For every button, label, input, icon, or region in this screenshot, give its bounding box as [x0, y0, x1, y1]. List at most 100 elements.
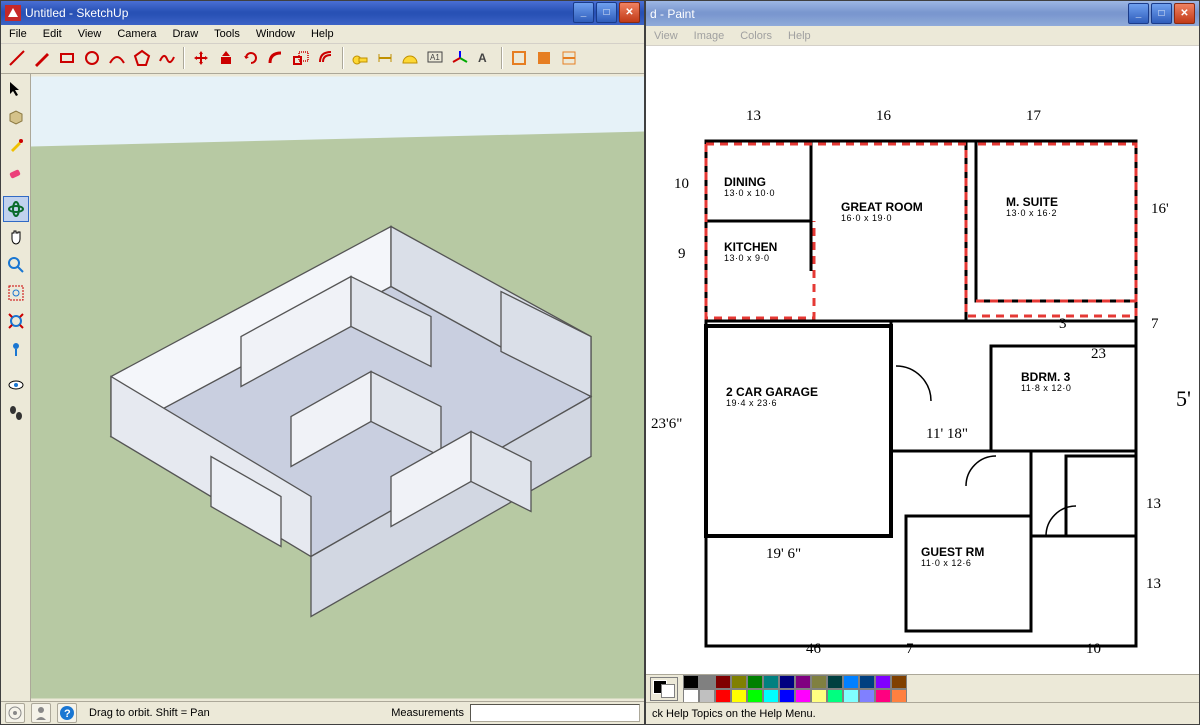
- palette-swatch[interactable]: [699, 675, 715, 689]
- paint-window: d - Paint _ □ ✕ View Image Colors Help: [645, 0, 1200, 725]
- look-around-icon[interactable]: [3, 372, 29, 398]
- protractor-tool-icon[interactable]: [398, 46, 422, 70]
- close-button[interactable]: ✕: [619, 2, 640, 23]
- section-cut-icon[interactable]: [557, 46, 581, 70]
- rotate-tool-icon[interactable]: [239, 46, 263, 70]
- palette-swatch[interactable]: [795, 675, 811, 689]
- palette-swatch[interactable]: [891, 675, 907, 689]
- palette-swatch[interactable]: [683, 675, 699, 689]
- palette-swatch[interactable]: [811, 675, 827, 689]
- arc-tool-icon[interactable]: [105, 46, 129, 70]
- select-tool-icon[interactable]: [3, 76, 29, 102]
- dim-a4: 10: [674, 176, 689, 193]
- followme-tool-icon[interactable]: [264, 46, 288, 70]
- geo-location-icon[interactable]: [5, 703, 25, 723]
- paint-canvas[interactable]: DINING 13·0 x 10·0 KITCHEN 13·0 x 9·0 GR…: [646, 46, 1199, 674]
- dim-a2: 16: [876, 108, 891, 125]
- move-tool-icon[interactable]: [189, 46, 213, 70]
- measurements-input[interactable]: [470, 704, 640, 722]
- minimize-button[interactable]: _: [573, 2, 594, 23]
- palette-swatch[interactable]: [779, 689, 795, 703]
- palette-swatch[interactable]: [843, 689, 859, 703]
- dimension-tool-icon[interactable]: [373, 46, 397, 70]
- menu-help[interactable]: Help: [303, 26, 342, 42]
- section-display-icon[interactable]: [532, 46, 556, 70]
- help-icon[interactable]: ?: [57, 703, 77, 723]
- menu-tools[interactable]: Tools: [206, 26, 248, 42]
- tape-tool-icon[interactable]: [348, 46, 372, 70]
- text-tool-icon[interactable]: A1: [423, 46, 447, 70]
- polygon-tool-icon[interactable]: [130, 46, 154, 70]
- menu-draw[interactable]: Draw: [164, 26, 206, 42]
- paint-menu-colors[interactable]: Colors: [732, 28, 780, 44]
- paint-menu-help[interactable]: Help: [780, 28, 819, 44]
- measurements-label: Measurements: [391, 707, 464, 719]
- palette-swatch[interactable]: [827, 675, 843, 689]
- walk-tool-icon[interactable]: [3, 400, 29, 426]
- offset-tool-icon[interactable]: [314, 46, 338, 70]
- dim-a12: 13: [1146, 496, 1161, 513]
- menu-camera[interactable]: Camera: [109, 26, 164, 42]
- zoom-tool-icon[interactable]: [3, 252, 29, 278]
- menu-view[interactable]: View: [70, 26, 110, 42]
- section-tool-icon[interactable]: [507, 46, 531, 70]
- component-tool-icon[interactable]: [3, 104, 29, 130]
- palette-swatch[interactable]: [843, 675, 859, 689]
- palette-swatch[interactable]: [779, 675, 795, 689]
- palette-swatch[interactable]: [859, 689, 875, 703]
- paint-fg-bg-swatch[interactable]: [650, 677, 678, 701]
- paint-menu-image[interactable]: Image: [686, 28, 733, 44]
- palette-swatch[interactable]: [763, 675, 779, 689]
- line-tool-icon[interactable]: [5, 46, 29, 70]
- palette-swatch[interactable]: [731, 675, 747, 689]
- palette-swatch[interactable]: [731, 689, 747, 703]
- eraser-tool-icon[interactable]: [3, 160, 29, 186]
- zoom-window-icon[interactable]: [3, 280, 29, 306]
- sketchup-viewport[interactable]: [31, 74, 644, 701]
- paint-menu-view[interactable]: View: [646, 28, 686, 44]
- menu-edit[interactable]: Edit: [35, 26, 70, 42]
- menu-window[interactable]: Window: [248, 26, 303, 42]
- sketchup-titlebar[interactable]: Untitled - SketchUp _ □ ✕: [1, 1, 644, 25]
- credits-icon[interactable]: [31, 703, 51, 723]
- freehand-tool-icon[interactable]: [155, 46, 179, 70]
- palette-swatch[interactable]: [747, 675, 763, 689]
- palette-swatch[interactable]: [875, 675, 891, 689]
- room-great-room: GREAT ROOM 16·0 x 19·0: [841, 201, 923, 223]
- pencil-tool-icon[interactable]: [30, 46, 54, 70]
- orbit-tool-icon[interactable]: [3, 196, 29, 222]
- pushpull-tool-icon[interactable]: [214, 46, 238, 70]
- 3dtext-tool-icon[interactable]: A: [473, 46, 497, 70]
- room-dining: DINING 13·0 x 10·0: [724, 176, 775, 198]
- palette-swatch[interactable]: [859, 675, 875, 689]
- circle-tool-icon[interactable]: [80, 46, 104, 70]
- palette-swatch[interactable]: [699, 689, 715, 703]
- paint-color-palette: [646, 674, 1199, 702]
- palette-swatch[interactable]: [811, 689, 827, 703]
- zoom-extents-icon[interactable]: [3, 308, 29, 334]
- palette-swatch[interactable]: [795, 689, 811, 703]
- paint-titlebar[interactable]: d - Paint _ □ ✕: [646, 1, 1199, 26]
- palette-swatch[interactable]: [763, 689, 779, 703]
- palette-swatch[interactable]: [715, 689, 731, 703]
- palette-swatch[interactable]: [747, 689, 763, 703]
- palette-swatch[interactable]: [891, 689, 907, 703]
- palette-swatch[interactable]: [875, 689, 891, 703]
- paint-tool-icon[interactable]: [3, 132, 29, 158]
- menu-file[interactable]: File: [1, 26, 35, 42]
- svg-text:A1: A1: [430, 53, 440, 62]
- position-camera-icon[interactable]: [3, 336, 29, 362]
- paint-maximize-button[interactable]: □: [1151, 3, 1172, 24]
- palette-swatch[interactable]: [683, 689, 699, 703]
- rectangle-tool-icon[interactable]: [55, 46, 79, 70]
- axes-tool-icon[interactable]: [448, 46, 472, 70]
- pan-tool-icon[interactable]: [3, 224, 29, 250]
- palette-swatch[interactable]: [715, 675, 731, 689]
- paint-status-text: ck Help Topics on the Help Menu.: [652, 708, 816, 720]
- scale-tool-icon[interactable]: [289, 46, 313, 70]
- palette-swatch[interactable]: [827, 689, 843, 703]
- sketchup-title-text: Untitled - SketchUp: [25, 6, 128, 20]
- maximize-button[interactable]: □: [596, 2, 617, 23]
- paint-minimize-button[interactable]: _: [1128, 3, 1149, 24]
- paint-close-button[interactable]: ✕: [1174, 3, 1195, 24]
